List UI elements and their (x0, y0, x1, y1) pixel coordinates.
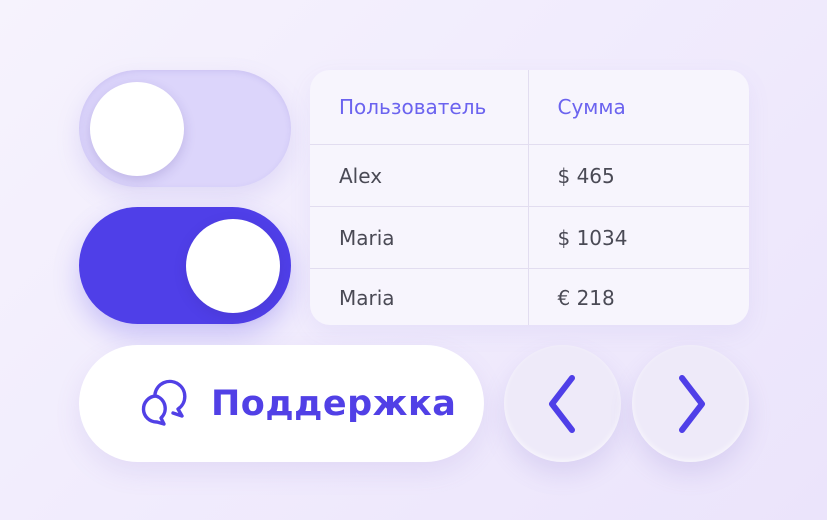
chevron-left-icon (548, 374, 575, 433)
cell-user: Maria (310, 206, 529, 269)
toggle-knob (90, 82, 184, 176)
cell-amount: $ 465 (528, 144, 749, 207)
cell-amount: $ 1034 (528, 206, 749, 269)
table-row: Alex $ 465 (310, 144, 749, 207)
support-label: Поддержка (211, 383, 457, 424)
data-table: Пользователь Сумма Alex $ 465 Maria $ 10… (310, 70, 749, 325)
support-button[interactable]: Поддержка (79, 345, 484, 462)
table-row: Maria € 218 (310, 268, 749, 325)
toggle-switch-off[interactable] (79, 70, 291, 187)
toggle-switch-on[interactable] (79, 207, 291, 324)
users-amount-table: Пользователь Сумма Alex $ 465 Maria $ 10… (310, 70, 749, 325)
cell-user: Alex (310, 144, 529, 207)
column-header-amount: Сумма (528, 70, 749, 145)
chevron-right-icon (678, 374, 705, 433)
table-header-row: Пользователь Сумма (310, 70, 749, 145)
next-button[interactable] (632, 345, 749, 462)
chat-bubbles-icon (137, 378, 189, 430)
cell-amount: € 218 (557, 285, 615, 310)
column-header-user: Пользователь (310, 70, 529, 145)
table-row: Maria $ 1034 (310, 206, 749, 269)
toggle-knob (186, 219, 280, 313)
cell-user: Maria (310, 268, 529, 325)
previous-button[interactable] (504, 345, 621, 462)
